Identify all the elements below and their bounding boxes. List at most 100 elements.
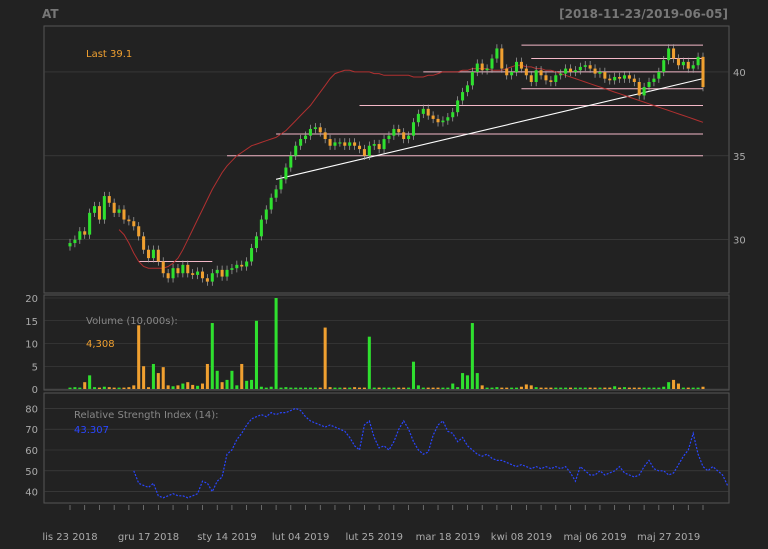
x-axis: lis 23 2018 gru 17 2018 sty 14 2019 lut 04 … [42, 505, 704, 543]
candle-body [421, 108, 425, 114]
volume-bar [696, 387, 700, 389]
volume-bar [657, 387, 661, 389]
candle-body [313, 127, 317, 129]
candle-body [161, 261, 165, 274]
candle-body [142, 236, 146, 250]
volume-bar [662, 386, 666, 389]
volume-bar [490, 387, 494, 389]
candle-body [308, 128, 312, 136]
volume-bar [637, 387, 641, 389]
volume-bar [279, 387, 283, 389]
volume-bar [402, 387, 406, 389]
candle-body [367, 145, 371, 156]
volume-bar [480, 385, 484, 389]
candle-body [446, 117, 450, 121]
volume-bar [564, 387, 568, 389]
volume-tick-label: 5 [32, 362, 38, 373]
candle-body [156, 249, 160, 262]
rsi-line [133, 407, 729, 499]
volume-bar [568, 387, 573, 389]
volume-label: Volume (10,000s): [86, 316, 178, 327]
candle-body [701, 56, 705, 88]
volume-bar [470, 323, 474, 389]
x-tick-label: kwi 08 2019 [491, 532, 552, 543]
candle-body [588, 65, 592, 69]
candle-body [691, 65, 695, 69]
candle-body [304, 135, 308, 140]
volume-bar [205, 363, 209, 389]
candle-body [166, 273, 170, 279]
candle-body [279, 179, 283, 190]
candle-body [583, 65, 587, 67]
candle-body [578, 66, 582, 71]
candle-body [529, 75, 533, 82]
candle-body [608, 78, 612, 81]
volume-bar [475, 373, 479, 389]
candle-body [353, 142, 357, 146]
rsi-tick-label: 70 [25, 425, 38, 436]
chart-title: AT [42, 7, 59, 21]
volume-bar [397, 387, 401, 389]
candle-body [343, 142, 347, 146]
candle-body [672, 48, 676, 59]
candle-body [73, 239, 77, 244]
volume-bar [304, 387, 308, 389]
candle-body [215, 269, 219, 274]
candle-body [686, 61, 690, 69]
candle-body [461, 92, 465, 101]
candle-body [407, 135, 411, 140]
candle-body [294, 145, 298, 156]
volume-bar [181, 383, 185, 389]
candle-body [515, 61, 519, 72]
candle-body [132, 221, 136, 227]
candle-body [348, 142, 352, 146]
candle-body [647, 82, 651, 88]
volume-bar [137, 325, 141, 389]
volume-bar [132, 385, 136, 389]
candle-body [598, 71, 602, 74]
volume-bar [598, 387, 602, 389]
volume-bar [294, 387, 298, 389]
volume-bar [353, 387, 357, 389]
volume-bar [382, 387, 386, 389]
volume-bar [485, 387, 489, 389]
x-tick-label: lut 04 2019 [272, 532, 330, 543]
candle-body [78, 231, 82, 240]
candle-body [402, 132, 406, 140]
candle-body [357, 145, 362, 150]
volume-bar [495, 387, 499, 389]
candle-body [603, 71, 607, 79]
candle-body [264, 209, 268, 220]
volume-bar [573, 387, 577, 389]
volume-bar [171, 386, 175, 389]
volume-bar [549, 387, 553, 389]
volume-bar [127, 387, 131, 389]
price-frame [43, 25, 730, 294]
candle-body [205, 278, 209, 282]
volume-bar [348, 387, 352, 389]
candle-body [323, 132, 327, 140]
volume-bar [338, 387, 342, 389]
candle-body [667, 48, 671, 61]
candle-body [505, 68, 509, 76]
volume-bar [313, 387, 317, 389]
volume-bar [515, 387, 519, 389]
x-tick-label: lis 23 2018 [42, 532, 97, 543]
candle-body [274, 189, 278, 198]
candle-body [93, 206, 97, 213]
candle-body [465, 85, 469, 93]
volume-bar [151, 363, 155, 389]
volume-bar [387, 387, 391, 389]
candle-body [622, 75, 627, 79]
candle-body [117, 209, 121, 213]
candle-body [411, 122, 416, 136]
candle-body [519, 61, 523, 69]
volume-bar [377, 387, 381, 389]
volume-bar [622, 387, 627, 389]
volume-bar [603, 387, 607, 389]
volume-bar [593, 387, 597, 389]
volume-bar [451, 383, 455, 389]
candle-body [146, 249, 151, 259]
rsi-tick-label: 80 [25, 404, 38, 415]
candle-body [436, 118, 440, 123]
